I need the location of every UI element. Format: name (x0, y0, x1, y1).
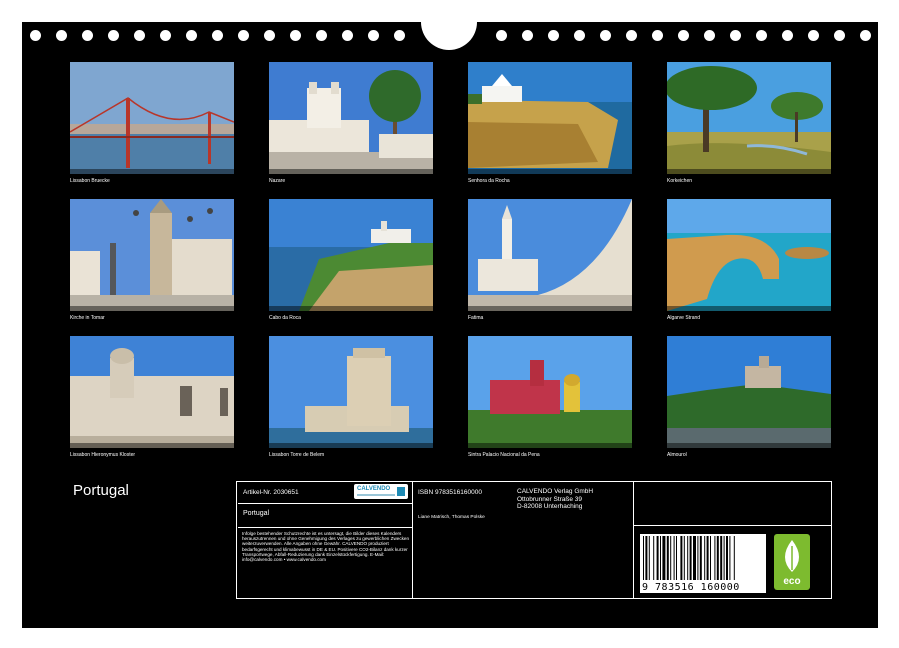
publisher-address: CALVENDO Verlag GmbH Ottobrunner Straße … (517, 488, 593, 511)
leaf-icon (785, 540, 799, 572)
binding-hole (652, 30, 663, 41)
binding-hole (30, 30, 41, 41)
isbn: ISBN 9783516160000 (418, 489, 482, 496)
photo-caption: Almourol (667, 452, 687, 458)
photo-caption: Nazare (269, 178, 286, 184)
binding-hole (342, 30, 353, 41)
divider (412, 482, 413, 598)
divider (238, 503, 412, 504)
photo-caption: Lissabon Torre de Belem (269, 452, 325, 458)
photo-cabo-da-roca (269, 199, 433, 311)
divider (238, 527, 412, 528)
publisher-line: D-82008 Unterhaching (517, 503, 583, 510)
photo-lissabon-bruecke (70, 62, 234, 174)
binding-hole (522, 30, 533, 41)
calvendo-logo-text: CALVENDO (357, 486, 391, 492)
binding-hole (56, 30, 67, 41)
photo-caption: Lissabon Bruecke (70, 178, 110, 184)
photo-senhora-da-rocha (468, 62, 632, 174)
binding-hole (808, 30, 819, 41)
binding-hole (756, 30, 767, 41)
binding-hole (626, 30, 637, 41)
photo-caption: Senhora da Rocha (468, 178, 510, 184)
binding-hole (834, 30, 845, 41)
binding-hole (238, 30, 249, 41)
publisher-line: Ottobrunner Straße 39 (517, 495, 583, 503)
binding-hole (264, 30, 275, 41)
photo-kirche-in-tomar (70, 199, 234, 311)
photo-nazare (269, 62, 433, 174)
photo-sintra-palacio-nacional-da-pena (468, 336, 632, 448)
product-name: Portugal (243, 510, 270, 517)
binding-hole (134, 30, 145, 41)
binding-hole (782, 30, 793, 41)
binding-hole (704, 30, 715, 41)
photo-almourol (667, 336, 831, 448)
calendar-title: Portugal (73, 482, 129, 499)
authors: Liane Matrisch, Thomas Polske (418, 515, 485, 520)
binding-hole (290, 30, 301, 41)
binding-hole (186, 30, 197, 41)
photo-caption: Fatima (468, 315, 484, 321)
eco-label: eco (783, 576, 801, 587)
barcode-digits: 9 783516 160000 (642, 582, 740, 593)
binding-hole (678, 30, 689, 41)
legal-text: Infolge bestehender Schutzrechte ist es … (242, 531, 410, 563)
binding-hole (496, 30, 507, 41)
photo-caption: Algarve Strand (667, 315, 701, 321)
binding-hole (730, 30, 741, 41)
barcode: 9 783516 160000 (640, 534, 766, 593)
article-number: Artikel-Nr. 2030651 (243, 489, 299, 496)
photo-caption: Kirche in Tomar (70, 315, 105, 321)
photo-lissabon-torre-de-belem (269, 336, 433, 448)
eco-badge: eco (774, 534, 810, 590)
binding-hole (160, 30, 171, 41)
photo-caption: Cabo da Roca (269, 315, 301, 321)
binding-hole (108, 30, 119, 41)
photo-caption: Korkeichen (667, 178, 693, 184)
calvendo-logo-mark-icon (397, 487, 405, 496)
photo-algarve-strand (667, 199, 831, 311)
photo-fatima (468, 199, 632, 311)
publisher-line: CALVENDO Verlag GmbH (517, 488, 594, 495)
binding-hole (368, 30, 379, 41)
binding-hole (574, 30, 585, 41)
photo-caption: Sintra Palacio Nacional da Pena (468, 452, 540, 458)
binding-hole (394, 30, 405, 41)
photo-korkeichen (667, 62, 831, 174)
calvendo-logo: CALVENDO (354, 484, 408, 499)
binding-hole (82, 30, 93, 41)
binding-hole (600, 30, 611, 41)
binding-hole (548, 30, 559, 41)
photo-lissabon-hieronymus-kloster (70, 336, 234, 448)
divider (634, 525, 831, 526)
logo-underline (357, 494, 395, 496)
binding-hole (860, 30, 871, 41)
barcode-bars-icon (643, 536, 735, 580)
divider (633, 482, 634, 598)
binding-hole (316, 30, 327, 41)
photo-caption: Lissabon Hieronymus Kloster (70, 452, 136, 458)
binding-hole (212, 30, 223, 41)
